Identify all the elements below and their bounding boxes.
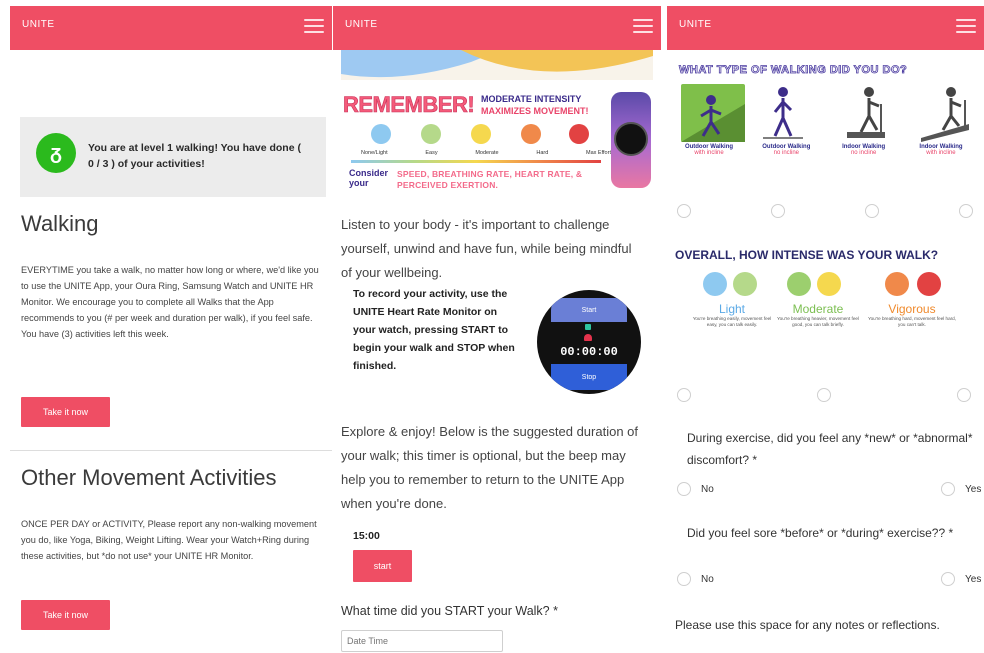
walking-level-icon: ᵹ xyxy=(36,133,76,173)
remember-sub2: MAXIMIZES MOVEMENT! xyxy=(481,106,589,116)
walk-type-radio-indoor-incline[interactable] xyxy=(959,204,973,218)
hamburger-menu-icon[interactable] xyxy=(633,15,653,35)
brand-label: UNITE xyxy=(22,19,55,30)
start-time-question: What time did you START your Walk? * xyxy=(341,604,558,618)
intensity-title: OVERALL, HOW INTENSE WAS YOUR WALK? xyxy=(675,248,939,262)
effort-gradient-bar xyxy=(351,160,601,163)
explore-enjoy-text: Explore & enjoy! Below is the suggested … xyxy=(341,424,639,511)
walk-instructions-panel: UNITE REMEMBER! MODERATE INTENSITY MAXIM… xyxy=(333,0,661,653)
intensity-light: Light You're breathing easily, movement … xyxy=(692,302,772,327)
intensity-vigorous: Vigorous You're breathing hard, movement… xyxy=(867,302,957,327)
start-timer-button[interactable]: start xyxy=(353,550,412,582)
top-bar: UNITE xyxy=(10,6,332,50)
walking-description: EVERYTIME you take a walk, no matter how… xyxy=(21,265,319,339)
vigorous-face-icon-2 xyxy=(917,272,941,296)
light-face-icon-2 xyxy=(733,272,757,296)
other-movement-description: ONCE PER DAY or ACTIVITY, Please report … xyxy=(21,519,317,561)
moderate-face-icon-2 xyxy=(817,272,841,296)
other-movement-heading: Other Movement Activities xyxy=(21,465,277,490)
sore-yes-radio[interactable] xyxy=(941,572,955,586)
vigorous-face-icon xyxy=(885,272,909,296)
hamburger-menu-icon[interactable] xyxy=(956,15,976,35)
outdoor-incline-icon xyxy=(681,84,745,142)
intensity-moderate: Moderate You're breathing heavier, movem… xyxy=(777,302,859,327)
walk-timer-value: 15:00 xyxy=(353,530,380,542)
walking-heading: Walking xyxy=(21,211,99,236)
brand-label: UNITE xyxy=(345,19,378,30)
effort-scale-labels: None/Light Easy Moderate Hard Max Effort xyxy=(361,150,611,156)
max-effort-face-icon xyxy=(569,124,589,144)
consider-text: SPEED, BREATHING RATE, HEART RATE, & PER… xyxy=(397,169,583,190)
sore-no-label: No xyxy=(701,574,714,585)
walk-type-title: WHAT TYPE OF WALKING DID YOU DO? xyxy=(679,64,908,77)
discomfort-yes-radio[interactable] xyxy=(941,482,955,496)
remember-sub1: MODERATE INTENSITY xyxy=(481,94,582,104)
easy-face-icon xyxy=(421,124,441,144)
walking-remaining-text: You have (3) activities left this week. xyxy=(21,329,169,339)
watch-stop-label: Stop xyxy=(551,364,627,390)
remember-title: REMEMBER! xyxy=(343,92,475,118)
intensity-radio-moderate[interactable] xyxy=(817,388,831,402)
top-bar: UNITE xyxy=(667,6,984,50)
take-it-now-other-button[interactable]: Take it now xyxy=(21,600,110,630)
light-face-icon xyxy=(703,272,727,296)
listen-to-body-text: Listen to your body - it's important to … xyxy=(341,217,632,280)
notes-prompt: Please use this space for any notes or r… xyxy=(675,618,940,632)
sore-yes-label: Yes xyxy=(965,574,982,585)
level-status-card: ᵹ You are at level 1 walking! You have d… xyxy=(20,117,326,197)
sore-no-radio[interactable] xyxy=(677,572,691,586)
discomfort-yes-label: Yes xyxy=(965,484,982,495)
moderate-face-icon xyxy=(471,124,491,144)
outdoor-no-incline-icon xyxy=(763,84,803,142)
start-time-input[interactable] xyxy=(341,630,503,652)
hard-face-icon xyxy=(521,124,541,144)
indoor-no-incline-icon xyxy=(847,84,887,142)
heart-icon xyxy=(584,334,592,341)
discomfort-no-label: No xyxy=(701,484,714,495)
intensity-infographic: REMEMBER! MODERATE INTENSITY MAXIMIZES M… xyxy=(341,88,657,196)
sore-question: Did you feel sore *before* or *during* e… xyxy=(687,526,954,540)
top-bar: UNITE xyxy=(333,6,661,50)
moderate-face-icon xyxy=(787,272,811,296)
intensity-radio-light[interactable] xyxy=(677,388,691,402)
walk-type-radio-outdoor-incline[interactable] xyxy=(677,204,691,218)
discomfort-question: During exercise, did you feel any *new* … xyxy=(687,431,973,467)
watch-timer-display: 00:00:00 xyxy=(560,345,618,359)
hamburger-menu-icon[interactable] xyxy=(304,15,324,35)
discomfort-no-radio[interactable] xyxy=(677,482,691,496)
smartwatch-graphic xyxy=(611,92,651,188)
walk-survey-panel: UNITE WHAT TYPE OF WALKING DID YOU DO? O… xyxy=(667,0,984,653)
walk-type-radio-outdoor-no-incline[interactable] xyxy=(771,204,785,218)
walk-type-labels: Outdoor Walking with incline Outdoor Walk… xyxy=(684,144,963,156)
record-activity-instructions: To record your activity, use the UNITE H… xyxy=(353,288,515,372)
activities-panel: UNITE ᵹ You are at level 1 walking! You … xyxy=(10,0,332,653)
brand-label: UNITE xyxy=(679,19,712,30)
take-it-now-walking-button[interactable]: Take it now xyxy=(21,397,110,427)
none-light-face-icon xyxy=(371,124,391,144)
indoor-incline-icon xyxy=(921,84,973,142)
intensity-radio-vigorous[interactable] xyxy=(957,388,971,402)
consider-label: Consider your xyxy=(349,168,389,188)
heart-rate-monitor-watch: Start 00:00:00 Stop xyxy=(537,290,641,394)
header-illustration xyxy=(341,50,653,80)
watch-start-label: Start xyxy=(551,298,627,322)
section-divider xyxy=(10,450,332,451)
level-status-text: You are at level 1 walking! You have don… xyxy=(88,142,301,170)
walk-type-radio-indoor-no-incline[interactable] xyxy=(865,204,879,218)
